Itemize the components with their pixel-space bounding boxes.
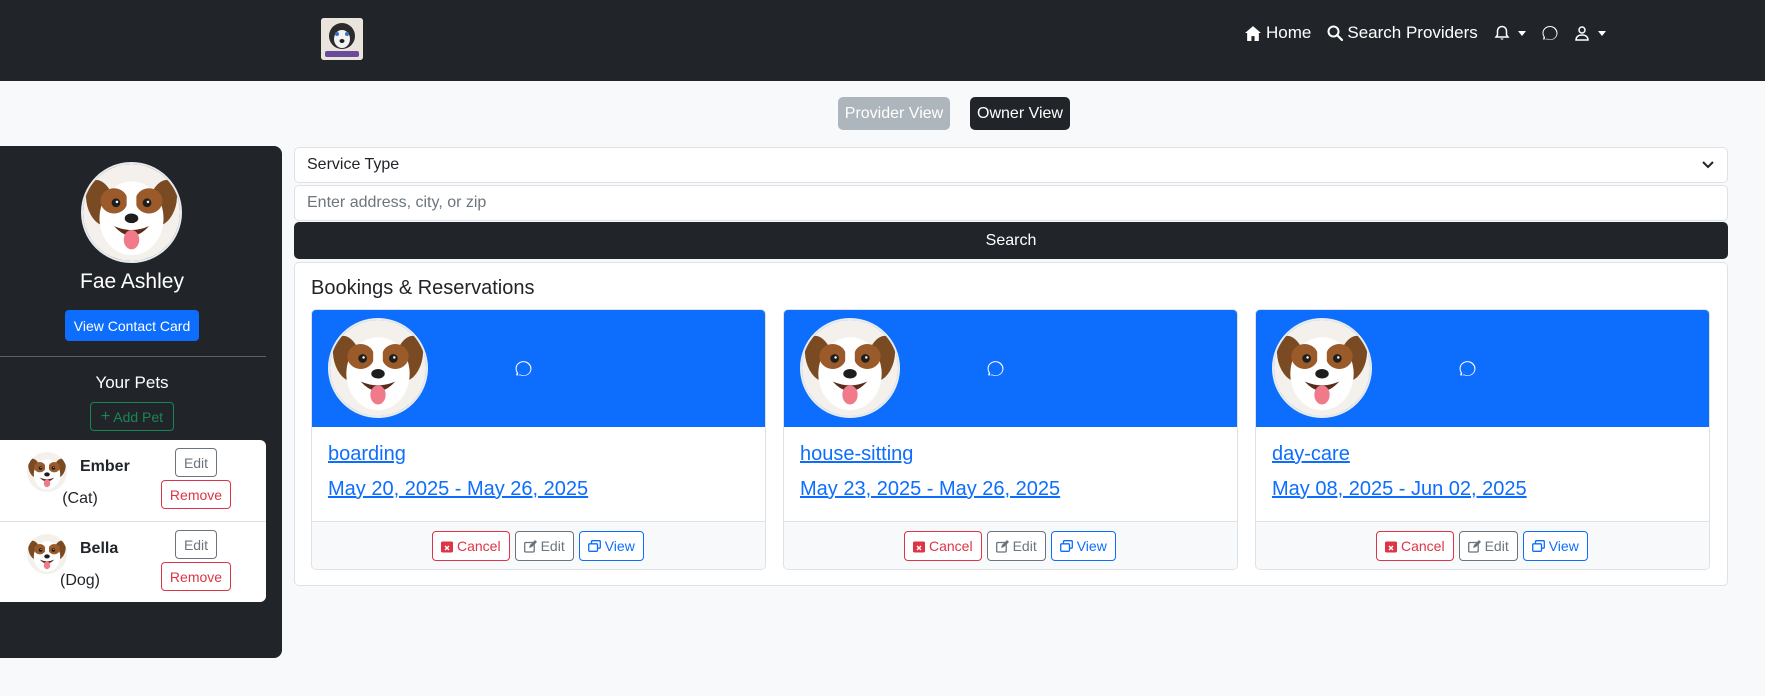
booking-dates-link[interactable]: May 23, 2025 - May 26, 2025 [800, 478, 1060, 501]
calendar-x-icon [1385, 541, 1397, 552]
booking-service-link[interactable]: day-care [1272, 443, 1350, 466]
plus-icon: + [100, 407, 111, 425]
chat-icon [1542, 25, 1558, 41]
profile-avatar [81, 162, 182, 263]
view-label: View [1076, 538, 1107, 554]
pet-item: Ember (Cat) Edit Remove [0, 440, 266, 521]
booking-pet-avatar [328, 318, 428, 418]
booking-view-button[interactable]: View [1050, 531, 1116, 561]
bookings-panel: Bookings & Reservations boarding May 20,… [294, 262, 1728, 586]
booking-pet-avatar [800, 318, 900, 418]
pet-name: Bella [80, 540, 119, 557]
pet-avatar [27, 452, 67, 492]
pet-remove-button[interactable]: Remove [161, 562, 231, 591]
booking-dates-link[interactable]: May 08, 2025 - Jun 02, 2025 [1272, 478, 1527, 501]
edit-label: Edit [1012, 538, 1037, 554]
view-contact-card-button[interactable]: View Contact Card [65, 310, 199, 341]
chat-icon[interactable] [987, 360, 1004, 377]
user-icon [1574, 26, 1589, 41]
search-button[interactable]: Search [294, 222, 1728, 259]
edit-label: Edit [540, 538, 565, 554]
profile-sidebar: Fae Ashley View Contact Card Your Pets +… [0, 146, 282, 658]
booking-cancel-button[interactable]: Cancel [432, 531, 510, 561]
cancel-label: Cancel [1401, 538, 1445, 554]
booking-card: boarding May 20, 2025 - May 26, 2025 Can… [311, 309, 766, 570]
booking-card-footer: Cancel Edit View [312, 521, 765, 569]
service-type-value: Service Type [307, 156, 400, 173]
booking-service-link[interactable]: house-sitting [800, 443, 913, 466]
edit-icon [995, 539, 1009, 553]
owner-view-button[interactable]: Owner View [970, 97, 1070, 130]
chevron-down-icon [1517, 30, 1526, 36]
window-stack-icon [1531, 539, 1545, 552]
nav-search-providers[interactable]: Search Providers [1327, 23, 1478, 43]
notifications-dropdown[interactable] [1494, 25, 1526, 41]
booking-card-header [784, 310, 1237, 427]
cancel-label: Cancel [457, 538, 501, 554]
view-label: View [1548, 538, 1579, 554]
window-stack-icon [587, 539, 601, 552]
nav-search-providers-label: Search Providers [1347, 23, 1478, 42]
booking-pet-avatar [1272, 318, 1372, 418]
search-icon [1327, 25, 1344, 41]
sidebar-divider [0, 356, 266, 357]
chat-icon[interactable] [515, 360, 532, 377]
edit-label: Edit [1484, 538, 1509, 554]
pet-remove-button[interactable]: Remove [161, 480, 231, 509]
nav-menu: Home Search Providers [1244, 22, 1622, 44]
address-input[interactable] [294, 185, 1728, 221]
booking-view-button[interactable]: View [1522, 531, 1588, 561]
booking-cancel-button[interactable]: Cancel [1376, 531, 1454, 561]
booking-view-button[interactable]: View [578, 531, 644, 561]
logo-dog-icon [321, 18, 363, 60]
pet-name: Ember [80, 458, 130, 475]
booking-edit-button[interactable]: Edit [1458, 531, 1518, 561]
pet-edit-button[interactable]: Edit [175, 448, 217, 477]
pet-edit-button[interactable]: Edit [175, 530, 217, 559]
service-type-select[interactable]: Service Type [294, 147, 1728, 183]
nav-home[interactable]: Home [1244, 23, 1311, 43]
profile-name: Fae Ashley [80, 270, 184, 293]
booking-card-header [1256, 310, 1709, 427]
pet-item: Bella (Dog) Edit Remove [0, 521, 266, 602]
provider-view-button[interactable]: Provider View [838, 97, 950, 130]
pets-list: Ember (Cat) Edit Remove Bella (Dog) Edit… [0, 440, 266, 602]
chat-icon[interactable] [1459, 360, 1476, 377]
messages-link[interactable] [1542, 25, 1558, 41]
add-pet-button[interactable]: + Add Pet [90, 402, 174, 431]
view-label: View [604, 538, 635, 554]
pet-type: (Dog) [59, 572, 100, 589]
add-pet-label: Add Pet [113, 408, 164, 425]
pet-avatar [27, 534, 67, 574]
booking-card-header [312, 310, 765, 427]
booking-card-footer: Cancel Edit View [784, 521, 1237, 569]
booking-service-link[interactable]: boarding [328, 443, 406, 466]
calendar-x-icon [441, 541, 453, 552]
booking-edit-button[interactable]: Edit [514, 531, 574, 561]
chevron-down-icon [1702, 161, 1714, 169]
top-navbar: Home Search Providers [0, 0, 1765, 81]
booking-card: day-care May 08, 2025 - Jun 02, 2025 Can… [1255, 309, 1710, 570]
site-logo[interactable] [321, 18, 363, 60]
pet-type: (Cat) [62, 490, 98, 507]
user-menu-dropdown[interactable] [1574, 25, 1606, 41]
bookings-title: Bookings & Reservations [311, 277, 535, 299]
booking-dates-link[interactable]: May 20, 2025 - May 26, 2025 [328, 478, 588, 501]
nav-home-label: Home [1266, 23, 1312, 42]
calendar-x-icon [913, 541, 925, 552]
house-icon [1245, 25, 1261, 41]
booking-cancel-button[interactable]: Cancel [904, 531, 982, 561]
booking-card-footer: Cancel Edit View [1256, 521, 1709, 569]
cancel-label: Cancel [929, 538, 973, 554]
bell-icon [1494, 25, 1510, 40]
window-stack-icon [1059, 539, 1073, 552]
edit-icon [1467, 539, 1481, 553]
your-pets-heading: Your Pets [95, 373, 169, 392]
edit-icon [523, 539, 537, 553]
booking-card: house-sitting May 23, 2025 - May 26, 202… [783, 309, 1238, 570]
chevron-down-icon [1597, 30, 1606, 36]
booking-edit-button[interactable]: Edit [986, 531, 1046, 561]
